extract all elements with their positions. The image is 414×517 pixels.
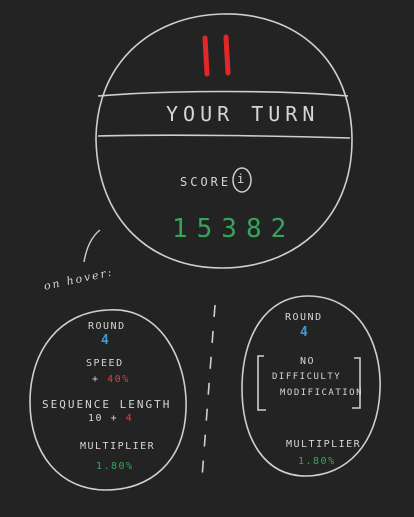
- title-band-bottom: [97, 134, 351, 139]
- sequence-plus: +: [110, 413, 119, 424]
- score-value: 15382: [172, 214, 296, 244]
- pointer-line: [83, 229, 101, 263]
- speed-value: 40%: [107, 374, 130, 385]
- no-modification-line1: NO: [300, 356, 316, 367]
- left-multiplier-value: 1.80%: [96, 461, 134, 472]
- left-multiplier-label: MULTIPLIER: [80, 441, 156, 452]
- bracket-right: [352, 357, 361, 409]
- no-modification-line2: DIFFICULTY: [272, 372, 342, 382]
- sequence-base: 10: [88, 413, 104, 424]
- info-icon[interactable]: i: [231, 166, 253, 194]
- left-round-value: 4: [101, 333, 111, 348]
- speed-label: SPEED: [86, 358, 124, 369]
- no-modification-line3: MODIFICATION: [280, 388, 364, 398]
- sequence-length-row: 10 + 4: [88, 413, 133, 424]
- right-round-value: 4: [300, 325, 310, 340]
- title-band-top: [97, 90, 349, 97]
- panel-divider: [201, 304, 216, 479]
- pause-icon[interactable]: [200, 34, 236, 78]
- sequence-length-label: SEQUENCE LENGTH: [42, 398, 172, 411]
- bracket-left: [257, 355, 266, 411]
- right-multiplier-value: 1.80%: [298, 456, 336, 467]
- sequence-extra: 4: [125, 413, 134, 424]
- speed-row: + 40%: [92, 374, 130, 385]
- left-round-label: ROUND: [88, 321, 126, 332]
- turn-title: YOUR TURN: [166, 102, 320, 126]
- score-label: SCORE: [180, 175, 232, 189]
- info-symbol: i: [237, 172, 245, 186]
- right-round-label: ROUND: [285, 312, 323, 323]
- right-multiplier-label: MULTIPLIER: [286, 439, 362, 450]
- speed-prefix: +: [92, 374, 100, 385]
